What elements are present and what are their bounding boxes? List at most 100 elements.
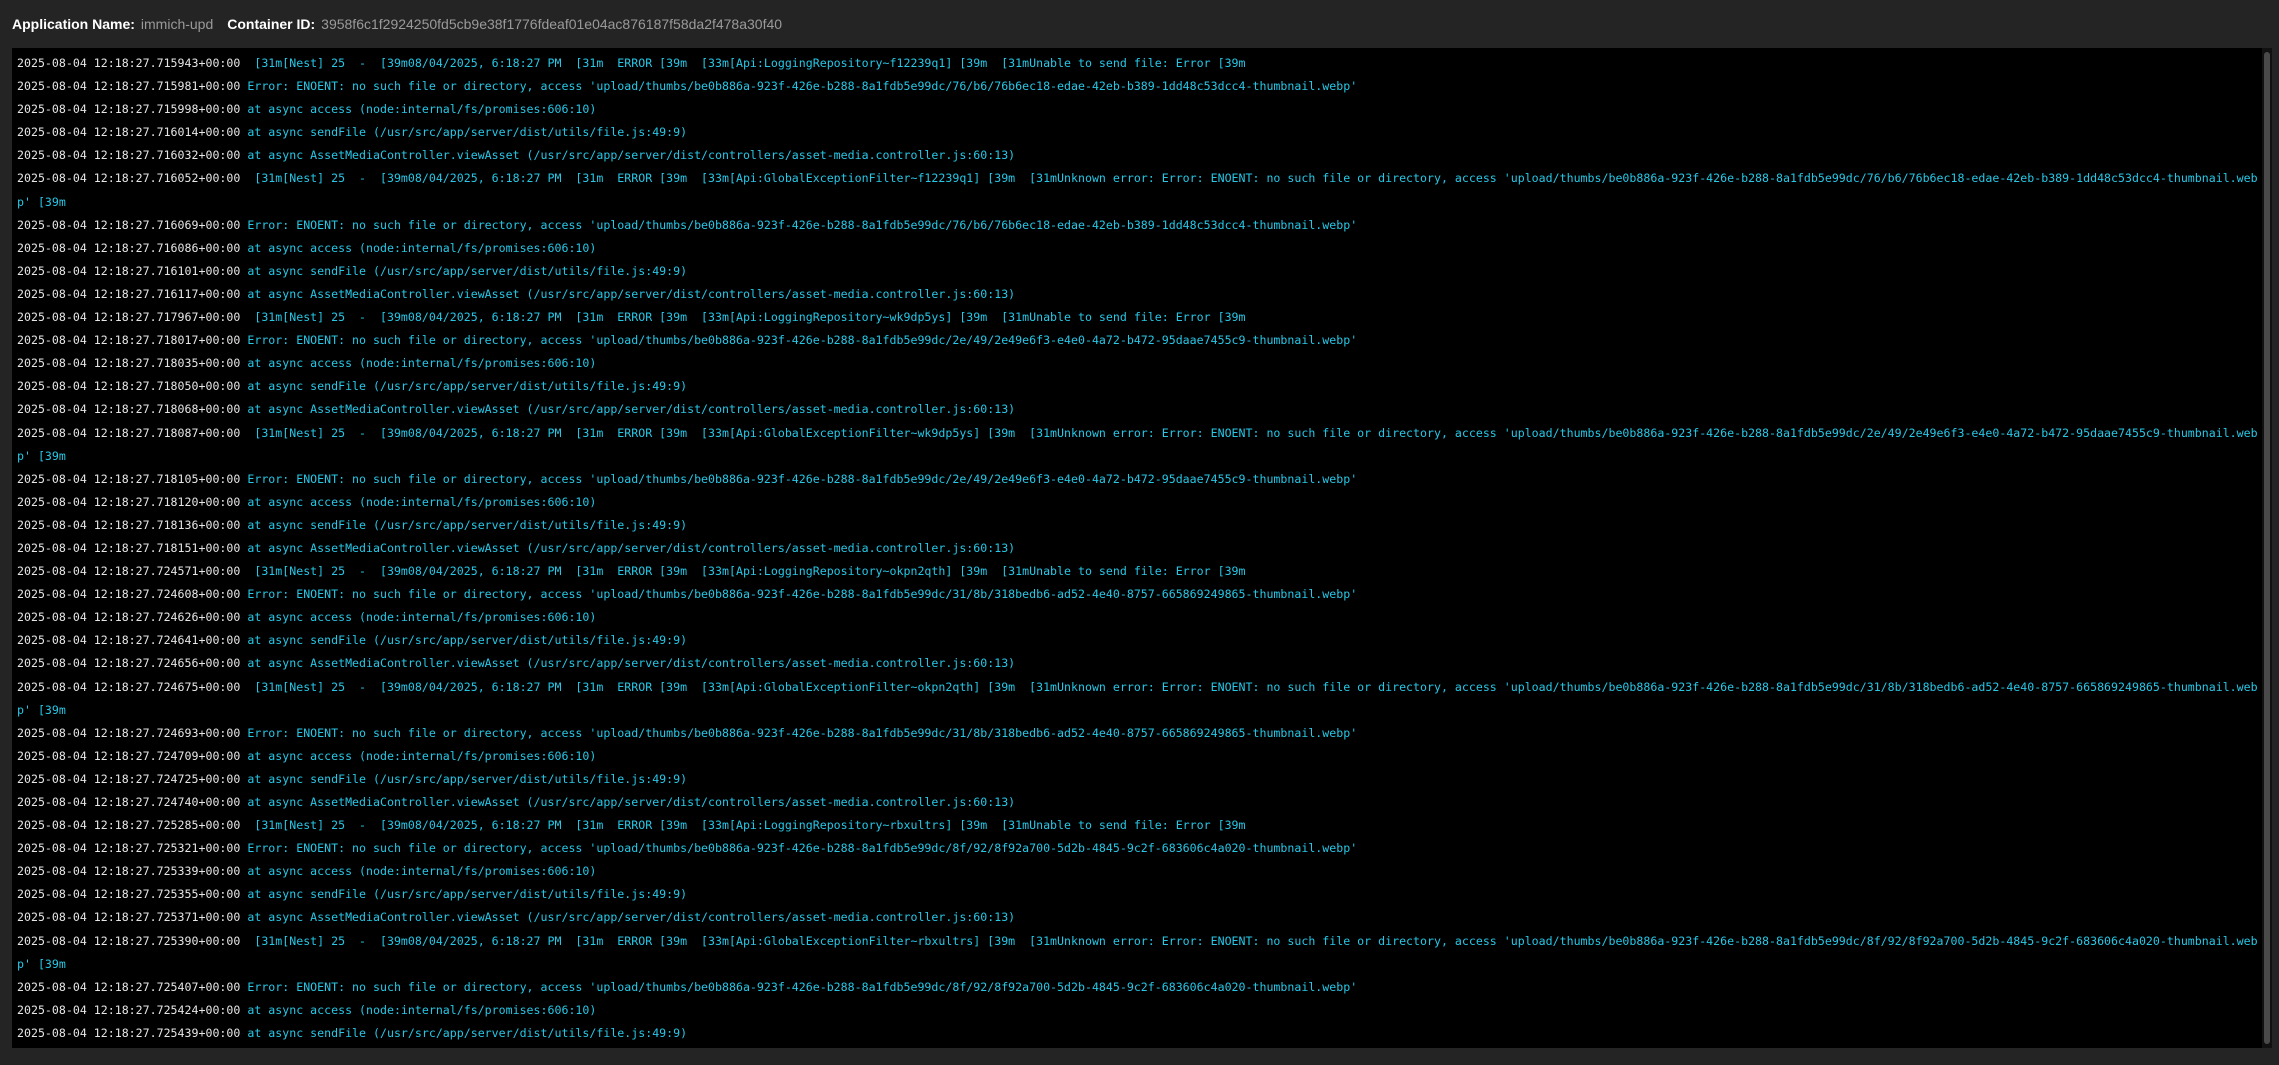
- log-message: Error: ENOENT: no such file or directory…: [247, 333, 1358, 348]
- log-timestamp: 2025-08-04 12:18:27.724571+00:00: [17, 564, 241, 579]
- container-id-value: 3958f6c1f2924250fd5cb9e38f1776fdeaf01e04…: [321, 16, 783, 32]
- application-name-label: Application Name:: [12, 16, 135, 32]
- log-line: 2025-08-04 12:18:27.724693+00:00 Error: …: [17, 722, 2265, 745]
- log-message: [31m[Nest] 25 - [39m08/04/2025, 6:18:27 …: [247, 310, 1246, 325]
- log-message: at async sendFile (/usr/src/app/server/d…: [247, 633, 688, 648]
- log-line: 2025-08-04 12:18:27.725390+00:00 [31m[Ne…: [17, 930, 2265, 976]
- log-line: 2025-08-04 12:18:27.724641+00:00 at asyn…: [17, 629, 2265, 652]
- log-message: at async access (node:internal/fs/promis…: [247, 864, 597, 879]
- log-message: at async access (node:internal/fs/promis…: [247, 102, 597, 117]
- log-line: 2025-08-04 12:18:27.718035+00:00 at asyn…: [17, 352, 2265, 375]
- log-line: 2025-08-04 12:18:27.718120+00:00 at asyn…: [17, 491, 2265, 514]
- log-timestamp: 2025-08-04 12:18:27.725424+00:00: [17, 1002, 241, 1017]
- log-message: at async sendFile (/usr/src/app/server/d…: [247, 125, 688, 140]
- log-timestamp: 2025-08-04 12:18:27.724675+00:00: [17, 679, 241, 694]
- log-message: at async AssetMediaController.viewAsset …: [247, 286, 1016, 301]
- log-message: at async sendFile (/usr/src/app/server/d…: [247, 379, 688, 394]
- log-line: 2025-08-04 12:18:27.718050+00:00 at asyn…: [17, 375, 2265, 398]
- log-line: 2025-08-04 12:18:27.716014+00:00 at asyn…: [17, 121, 2265, 144]
- log-message: at async AssetMediaController.viewAsset …: [247, 795, 1016, 809]
- log-timestamp: 2025-08-04 12:18:27.715943+00:00: [17, 56, 241, 70]
- log-timestamp: 2025-08-04 12:18:27.725321+00:00: [17, 841, 241, 856]
- log-timestamp: 2025-08-04 12:18:27.718087+00:00: [17, 425, 241, 440]
- log-timestamp: 2025-08-04 12:18:27.715981+00:00: [17, 79, 241, 94]
- log-message: at async AssetMediaController.viewAsset …: [247, 148, 1016, 163]
- log-message: at async sendFile (/usr/src/app/server/d…: [247, 887, 688, 902]
- log-message: at async sendFile (/usr/src/app/server/d…: [247, 771, 688, 786]
- log-line: 2025-08-04 12:18:27.724656+00:00 at asyn…: [17, 652, 2265, 675]
- log-timestamp: 2025-08-04 12:18:27.716117+00:00: [17, 286, 241, 301]
- log-message: Error: ENOENT: no such file or directory…: [247, 841, 1358, 856]
- log-line: 2025-08-04 12:18:27.725285+00:00 [31m[Ne…: [17, 814, 2265, 837]
- log-line: 2025-08-04 12:18:27.724725+00:00 at asyn…: [17, 768, 2265, 791]
- log-message: Error: ENOENT: no such file or directory…: [247, 587, 1358, 602]
- log-timestamp: 2025-08-04 12:18:27.718068+00:00: [17, 402, 241, 417]
- log-line: 2025-08-04 12:18:27.717967+00:00 [31m[Ne…: [17, 306, 2265, 329]
- log-line: 2025-08-04 12:18:27.715981+00:00 Error: …: [17, 75, 2265, 98]
- log-line: 2025-08-04 12:18:27.718087+00:00 [31m[Ne…: [17, 422, 2265, 468]
- log-message: [31m[Nest] 25 - [39m08/04/2025, 6:18:27 …: [247, 56, 1246, 70]
- log-lines: 2025-08-04 12:18:27.715943+00:00 [31m[Ne…: [17, 52, 2265, 1045]
- log-line: 2025-08-04 12:18:27.718105+00:00 Error: …: [17, 468, 2265, 491]
- log-message: [31m[Nest] 25 - [39m08/04/2025, 6:18:27 …: [247, 818, 1246, 833]
- log-timestamp: 2025-08-04 12:18:27.724641+00:00: [17, 633, 241, 648]
- log-message: at async access (node:internal/fs/promis…: [247, 1002, 597, 1017]
- log-line: 2025-08-04 12:18:27.716032+00:00 at asyn…: [17, 144, 2265, 167]
- log-timestamp: 2025-08-04 12:18:27.725371+00:00: [17, 910, 241, 925]
- log-line: 2025-08-04 12:18:27.725339+00:00 at asyn…: [17, 860, 2265, 883]
- log-line: 2025-08-04 12:18:27.718136+00:00 at asyn…: [17, 514, 2265, 537]
- log-message: at async access (node:internal/fs/promis…: [247, 240, 597, 255]
- log-line: 2025-08-04 12:18:27.716117+00:00 at asyn…: [17, 283, 2265, 306]
- log-line: 2025-08-04 12:18:27.724608+00:00 Error: …: [17, 583, 2265, 606]
- log-timestamp: 2025-08-04 12:18:27.718105+00:00: [17, 471, 241, 486]
- container-id-label: Container ID:: [227, 16, 316, 32]
- log-scrollbar[interactable]: [2262, 48, 2272, 1048]
- log-line: 2025-08-04 12:18:27.718151+00:00 at asyn…: [17, 537, 2265, 560]
- log-timestamp: 2025-08-04 12:18:27.724626+00:00: [17, 610, 241, 625]
- log-timestamp: 2025-08-04 12:18:27.724740+00:00: [17, 795, 241, 809]
- log-message: at async access (node:internal/fs/promis…: [247, 610, 597, 625]
- log-timestamp: 2025-08-04 12:18:27.717967+00:00: [17, 310, 241, 325]
- log-message: at async AssetMediaController.viewAsset …: [247, 540, 1016, 555]
- log-message: at async AssetMediaController.viewAsset …: [247, 656, 1016, 671]
- log-line: 2025-08-04 12:18:27.716069+00:00 Error: …: [17, 214, 2265, 237]
- log-message: [31m[Nest] 25 - [39m08/04/2025, 6:18:27 …: [17, 425, 2258, 463]
- log-timestamp: 2025-08-04 12:18:27.716014+00:00: [17, 125, 241, 140]
- log-timestamp: 2025-08-04 12:18:27.725390+00:00: [17, 933, 241, 948]
- log-timestamp: 2025-08-04 12:18:27.725355+00:00: [17, 887, 241, 902]
- log-timestamp: 2025-08-04 12:18:27.716052+00:00: [17, 171, 241, 186]
- log-line: 2025-08-04 12:18:27.724675+00:00 [31m[Ne…: [17, 676, 2265, 722]
- log-timestamp: 2025-08-04 12:18:27.725339+00:00: [17, 864, 241, 879]
- log-message: [31m[Nest] 25 - [39m08/04/2025, 6:18:27 …: [17, 171, 2258, 209]
- log-timestamp: 2025-08-04 12:18:27.718136+00:00: [17, 517, 241, 532]
- log-timestamp: 2025-08-04 12:18:27.715998+00:00: [17, 102, 241, 117]
- log-line: 2025-08-04 12:18:27.725439+00:00 at asyn…: [17, 1022, 2265, 1045]
- log-timestamp: 2025-08-04 12:18:27.718050+00:00: [17, 379, 241, 394]
- log-message: at async sendFile (/usr/src/app/server/d…: [247, 263, 688, 278]
- log-output-panel[interactable]: 2025-08-04 12:18:27.715943+00:00 [31m[Ne…: [12, 48, 2272, 1048]
- log-scrollbar-thumb[interactable]: [2264, 52, 2270, 1044]
- log-message: Error: ENOENT: no such file or directory…: [247, 217, 1358, 232]
- log-line: 2025-08-04 12:18:27.724709+00:00 at asyn…: [17, 745, 2265, 768]
- log-timestamp: 2025-08-04 12:18:27.716086+00:00: [17, 240, 241, 255]
- log-line: 2025-08-04 12:18:27.724740+00:00 at asyn…: [17, 791, 2265, 814]
- log-message: at async sendFile (/usr/src/app/server/d…: [247, 1025, 688, 1040]
- log-line: 2025-08-04 12:18:27.725371+00:00 at asyn…: [17, 906, 2265, 929]
- log-line: 2025-08-04 12:18:27.716086+00:00 at asyn…: [17, 237, 2265, 260]
- log-timestamp: 2025-08-04 12:18:27.725285+00:00: [17, 818, 241, 833]
- log-line: 2025-08-04 12:18:27.725407+00:00 Error: …: [17, 976, 2265, 999]
- log-timestamp: 2025-08-04 12:18:27.718035+00:00: [17, 356, 241, 371]
- log-line: 2025-08-04 12:18:27.725424+00:00 at asyn…: [17, 999, 2265, 1022]
- log-line: 2025-08-04 12:18:27.718017+00:00 Error: …: [17, 329, 2265, 352]
- log-message: at async access (node:internal/fs/promis…: [247, 356, 597, 371]
- application-name-value: immich-upd: [140, 16, 214, 32]
- log-message: Error: ENOENT: no such file or directory…: [247, 79, 1358, 94]
- log-timestamp: 2025-08-04 12:18:27.724608+00:00: [17, 587, 241, 602]
- log-timestamp: 2025-08-04 12:18:27.716032+00:00: [17, 148, 241, 163]
- log-line: 2025-08-04 12:18:27.715998+00:00 at asyn…: [17, 98, 2265, 121]
- log-timestamp: 2025-08-04 12:18:27.718017+00:00: [17, 333, 241, 348]
- log-timestamp: 2025-08-04 12:18:27.725407+00:00: [17, 979, 241, 994]
- log-timestamp: 2025-08-04 12:18:27.724725+00:00: [17, 771, 241, 786]
- log-line: 2025-08-04 12:18:27.715943+00:00 [31m[Ne…: [17, 52, 2265, 75]
- log-message: at async AssetMediaController.viewAsset …: [247, 910, 1016, 925]
